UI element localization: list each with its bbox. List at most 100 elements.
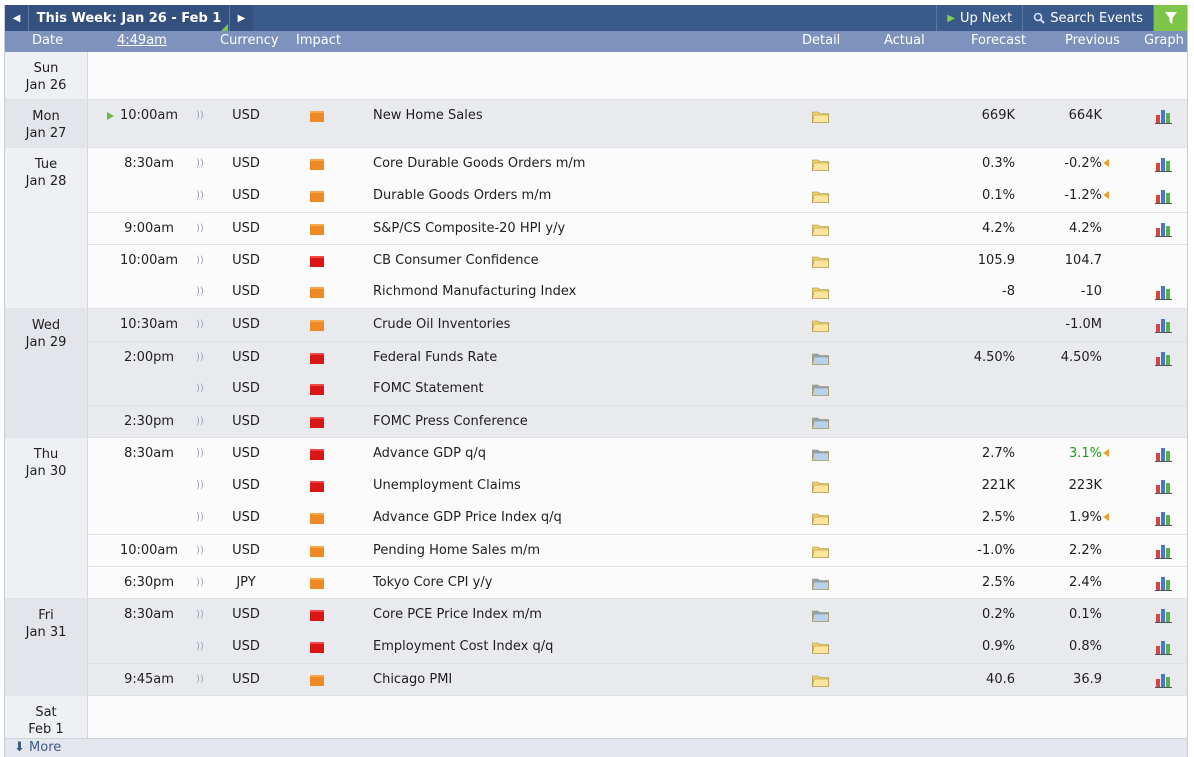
event-row[interactable]: )) USD Employment Cost Index q/q 0.9% 0.8% xyxy=(88,631,1187,663)
detail-folder-icon[interactable] xyxy=(812,110,829,123)
graph-icon[interactable] xyxy=(1155,544,1172,559)
event-row[interactable]: 10:00am)) USD New Home Sales 669K 664K xyxy=(88,100,1187,132)
detail-folder-icon[interactable] xyxy=(812,255,829,268)
graph-icon[interactable] xyxy=(1155,608,1172,623)
graph-icon[interactable] xyxy=(1155,576,1172,591)
event-name[interactable]: Core Durable Goods Orders m/m xyxy=(373,156,585,171)
impact-icon[interactable] xyxy=(310,224,324,235)
impact-icon[interactable] xyxy=(310,513,324,524)
event-name[interactable]: FOMC Statement xyxy=(373,381,484,396)
graph-icon[interactable] xyxy=(1155,479,1172,494)
graph-icon[interactable] xyxy=(1155,109,1172,124)
impact-icon[interactable] xyxy=(310,256,324,267)
revised-marker-icon[interactable] xyxy=(1103,513,1109,521)
event-row[interactable]: 10:30am)) USD Crude Oil Inventories -1.0M xyxy=(88,309,1187,341)
current-time-link[interactable]: 4:49am xyxy=(117,33,167,48)
event-row[interactable]: 6:30pm)) JPY Tokyo Core CPI y/y 2.5% 2.4% xyxy=(88,566,1187,598)
impact-icon[interactable] xyxy=(310,642,324,653)
event-row[interactable]: 2:00pm)) USD Federal Funds Rate 4.50% 4.50% xyxy=(88,341,1187,373)
detail-folder-icon[interactable] xyxy=(812,158,829,171)
detail-folder-icon[interactable] xyxy=(812,609,829,622)
event-name[interactable]: Chicago PMI xyxy=(373,672,452,687)
graph-icon[interactable] xyxy=(1155,673,1172,688)
impact-icon[interactable] xyxy=(310,610,324,621)
event-row[interactable]: 10:00am)) USD Pending Home Sales m/m -1.0% 2… xyxy=(88,534,1187,566)
more-button[interactable]: ⬇ More xyxy=(5,738,1187,757)
previous-value: 4.50% xyxy=(1060,350,1102,365)
event-row[interactable]: 8:30am)) USD Core Durable Goods Orders m/m… xyxy=(88,148,1187,180)
impact-icon[interactable] xyxy=(310,578,324,589)
impact-icon[interactable] xyxy=(310,675,324,686)
event-row[interactable]: 2:30pm)) USD FOMC Press Conference xyxy=(88,405,1187,437)
detail-folder-icon[interactable] xyxy=(812,577,829,590)
impact-icon[interactable] xyxy=(310,320,324,331)
impact-icon[interactable] xyxy=(310,111,324,122)
detail-folder-icon[interactable] xyxy=(812,416,829,429)
event-row[interactable]: )) USD Advance GDP Price Index q/q 2.5% 1.9% xyxy=(88,502,1187,534)
impact-icon[interactable] xyxy=(310,481,324,492)
detail-folder-icon[interactable] xyxy=(812,674,829,687)
event-name[interactable]: FOMC Press Conference xyxy=(373,414,528,429)
event-name[interactable]: New Home Sales xyxy=(373,108,483,123)
next-week-button[interactable]: ▶ xyxy=(229,5,253,31)
event-row[interactable]: 10:00am)) USD CB Consumer Confidence 105.9 1… xyxy=(88,244,1187,276)
impact-icon[interactable] xyxy=(310,287,324,298)
impact-icon[interactable] xyxy=(310,159,324,170)
event-row[interactable]: 9:00am)) USD S&P/CS Composite-20 HPI y/y 4.… xyxy=(88,212,1187,244)
event-name[interactable]: Unemployment Claims xyxy=(373,478,521,493)
graph-icon[interactable] xyxy=(1155,640,1172,655)
impact-icon[interactable] xyxy=(310,546,324,557)
event-name[interactable]: Durable Goods Orders m/m xyxy=(373,188,551,203)
detail-folder-icon[interactable] xyxy=(812,223,829,236)
event-row[interactable]: )) USD FOMC Statement xyxy=(88,373,1187,405)
up-next-button[interactable]: ▶ Up Next xyxy=(936,5,1022,31)
event-row[interactable]: 8:30am)) USD Core PCE Price Index m/m 0.2% 0… xyxy=(88,599,1187,631)
detail-folder-icon[interactable] xyxy=(812,383,829,396)
impact-icon[interactable] xyxy=(310,191,324,202)
detail-folder-icon[interactable] xyxy=(812,319,829,332)
revised-marker-icon[interactable] xyxy=(1103,449,1109,457)
graph-icon[interactable] xyxy=(1155,318,1172,333)
event-name[interactable]: Employment Cost Index q/q xyxy=(373,639,553,654)
event-row[interactable]: 8:30am)) USD Advance GDP q/q 2.7% 3.1% xyxy=(88,438,1187,470)
search-events-button[interactable]: Search Events xyxy=(1022,5,1153,31)
detail-folder-icon[interactable] xyxy=(812,512,829,525)
graph-icon[interactable] xyxy=(1155,285,1172,300)
graph-icon[interactable] xyxy=(1155,189,1172,204)
event-row[interactable]: )) USD Richmond Manufacturing Index -8 -10 xyxy=(88,276,1187,308)
impact-icon[interactable] xyxy=(310,449,324,460)
impact-icon[interactable] xyxy=(310,353,324,364)
detail-folder-icon[interactable] xyxy=(812,286,829,299)
revised-marker-icon[interactable] xyxy=(1103,191,1109,199)
event-name[interactable]: Pending Home Sales m/m xyxy=(373,543,540,558)
event-row[interactable]: 9:45am)) USD Chicago PMI 40.6 36.9 xyxy=(88,663,1187,695)
event-name[interactable]: CB Consumer Confidence xyxy=(373,253,539,268)
event-name[interactable]: Advance GDP q/q xyxy=(373,446,486,461)
detail-folder-icon[interactable] xyxy=(812,352,829,365)
filter-button[interactable] xyxy=(1153,5,1187,31)
prev-week-button[interactable]: ◀ xyxy=(5,5,29,31)
event-name[interactable]: Crude Oil Inventories xyxy=(373,317,510,332)
impact-icon[interactable] xyxy=(310,384,324,395)
event-name[interactable]: Tokyo Core CPI y/y xyxy=(373,575,492,590)
event-name[interactable]: Federal Funds Rate xyxy=(373,350,497,365)
graph-icon[interactable] xyxy=(1155,157,1172,172)
event-name[interactable]: Advance GDP Price Index q/q xyxy=(373,510,562,525)
day-date: Jan 28 xyxy=(25,174,67,189)
graph-icon[interactable] xyxy=(1155,351,1172,366)
graph-icon[interactable] xyxy=(1155,447,1172,462)
event-name[interactable]: Richmond Manufacturing Index xyxy=(373,284,576,299)
detail-folder-icon[interactable] xyxy=(812,448,829,461)
detail-folder-icon[interactable] xyxy=(812,545,829,558)
event-name[interactable]: Core PCE Price Index m/m xyxy=(373,607,542,622)
event-row[interactable]: )) USD Durable Goods Orders m/m 0.1% -1.2% xyxy=(88,180,1187,212)
detail-folder-icon[interactable] xyxy=(812,641,829,654)
event-name[interactable]: S&P/CS Composite-20 HPI y/y xyxy=(373,221,565,236)
impact-icon[interactable] xyxy=(310,417,324,428)
detail-folder-icon[interactable] xyxy=(812,190,829,203)
graph-icon[interactable] xyxy=(1155,222,1172,237)
revised-marker-icon[interactable] xyxy=(1103,159,1109,167)
event-row[interactable]: )) USD Unemployment Claims 221K 223K xyxy=(88,470,1187,502)
detail-folder-icon[interactable] xyxy=(812,480,829,493)
graph-icon[interactable] xyxy=(1155,511,1172,526)
